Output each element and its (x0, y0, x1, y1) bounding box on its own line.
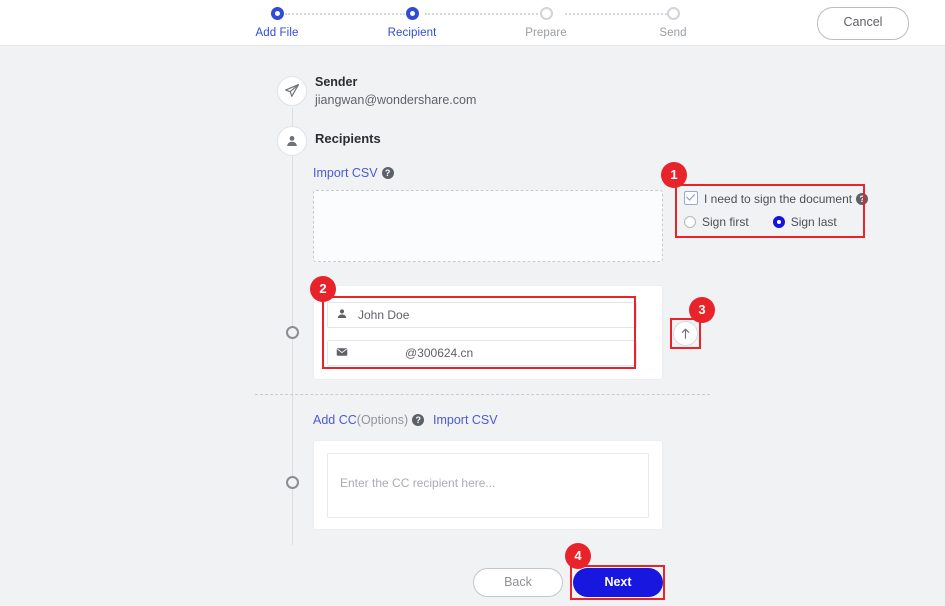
sign-options-panel: I need to sign the document? Sign first S… (679, 186, 869, 236)
upload-arrow-icon (681, 328, 690, 339)
mail-icon (336, 346, 350, 360)
annotation-badge-4: 4 (565, 543, 591, 569)
section-divider (255, 394, 710, 395)
sender-title: Sender (315, 75, 358, 89)
step-label-send: Send (659, 27, 687, 39)
cc-card: Enter the CC recipient here... (313, 440, 663, 530)
sign-last-radio[interactable] (772, 216, 785, 228)
sender-block: Sender jiangwan@wondershare.com (315, 74, 476, 109)
step-label-add-file: Add File (255, 27, 299, 39)
sign-first-radio[interactable] (684, 216, 696, 228)
timeline-marker-cc (286, 476, 299, 489)
recipient-name-value: John Doe (358, 308, 410, 322)
annotation-badge-1: 1 (661, 162, 687, 188)
cc-import-csv-group: Import CSV (433, 413, 498, 427)
top-header: Add File Recipient Prepare Send Cancel (0, 0, 945, 46)
step-dot-send (666, 7, 680, 20)
recipients-title: Recipients (315, 131, 381, 146)
step-dot-add-file (270, 7, 284, 20)
sign-order-row: Sign first Sign last (684, 215, 837, 229)
next-button[interactable]: Next (573, 568, 663, 597)
step-add-file[interactable]: Add File (237, 5, 317, 40)
step-label-prepare: Prepare (525, 27, 567, 39)
send-icon (277, 76, 307, 106)
step-dot-prepare (539, 7, 553, 20)
add-cc-options-text: (Options) (356, 413, 409, 427)
add-cc-link[interactable]: Add CC (313, 413, 357, 427)
recipient-card: John Doe @300624.cn (313, 285, 663, 380)
help-icon[interactable]: ? (856, 193, 869, 205)
csv-dropzone[interactable] (313, 190, 663, 262)
add-cc-label-group: Add CC(Options)? (313, 413, 425, 427)
recipient-email-field[interactable]: @300624.cn (327, 340, 637, 366)
import-csv-link[interactable]: Import CSV (313, 166, 378, 180)
recipient-name-field[interactable]: John Doe (327, 302, 637, 328)
help-icon[interactable]: ? (381, 167, 394, 179)
cc-import-csv-link[interactable]: Import CSV (433, 413, 498, 427)
sign-first-label: Sign first (702, 215, 749, 229)
timeline-marker-recipient (286, 326, 299, 339)
person-icon (336, 308, 350, 322)
person-icon (277, 126, 307, 156)
sender-email: jiangwan@wondershare.com (315, 93, 477, 107)
cc-recipient-input[interactable]: Enter the CC recipient here... (327, 453, 649, 518)
upload-button[interactable] (673, 321, 698, 346)
recipient-email-value: @300624.cn (405, 346, 474, 360)
help-icon[interactable]: ? (412, 414, 425, 426)
step-label-recipient: Recipient (387, 27, 437, 39)
step-recipient[interactable]: Recipient (372, 5, 452, 40)
sign-document-label: I need to sign the document (704, 192, 853, 206)
sign-document-row: I need to sign the document? (684, 191, 869, 206)
sign-document-checkbox[interactable] (684, 191, 698, 205)
annotation-badge-3: 3 (689, 297, 715, 323)
cc-placeholder: Enter the CC recipient here... (340, 476, 496, 490)
import-csv-label-group: Import CSV? (313, 166, 394, 180)
step-send[interactable]: Send (633, 5, 713, 40)
back-button[interactable]: Back (473, 568, 563, 597)
step-prepare[interactable]: Prepare (506, 5, 586, 40)
cancel-button[interactable]: Cancel (817, 7, 909, 40)
progress-stepper: Add File Recipient Prepare Send (255, 5, 695, 45)
sign-last-label: Sign last (790, 215, 837, 229)
step-dot-recipient (405, 7, 419, 20)
